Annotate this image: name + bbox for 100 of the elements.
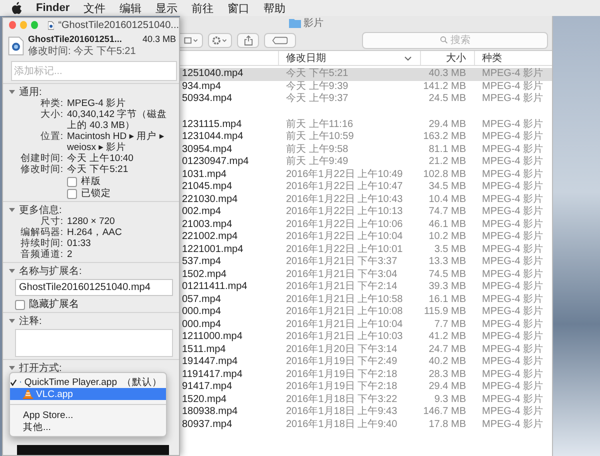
traffic-cone-icon bbox=[23, 389, 33, 399]
checkbox-label: 已锁定 bbox=[81, 188, 111, 199]
file-row[interactable]: 537.mp4 2016年1月21日 下午3:37 13.3 MB MPEG-4 影片 bbox=[180, 256, 552, 268]
file-size: 40.3 MB bbox=[142, 34, 176, 44]
field-value: 今天 上午10:40 bbox=[67, 153, 134, 164]
file-row[interactable]: 01230947.mp4 前天 上午9:49 21.2 MB MPEG-4 影片 bbox=[180, 156, 552, 168]
menu-item[interactable]: 帮助 bbox=[264, 0, 286, 16]
window-title: 影片 bbox=[304, 16, 324, 30]
file-row[interactable]: 1502.mp4 2016年1月21日 下午3:04 74.5 MB MPEG-4 影片 bbox=[180, 268, 552, 281]
file-row[interactable]: 01211411.mp4 2016年1月21日 下午2:14 39.3 MB MPEG-4 影片 bbox=[180, 281, 552, 294]
section-title: 名称与扩展名: bbox=[19, 264, 82, 278]
menu-item[interactable]: App Store... bbox=[10, 409, 166, 421]
file-row[interactable]: 934.mp4 今天 上午9:39 141.2 MB MPEG-4 影片 bbox=[180, 80, 552, 93]
file-row[interactable]: 50934.mp4 今天 上午9:37 24.5 MB MPEG-4 影片 bbox=[180, 93, 552, 106]
field-value: 40,340,142 字节（磁盘上的 40.3 MB） bbox=[67, 109, 168, 131]
sort-caret-icon bbox=[404, 56, 412, 60]
file-row[interactable]: 057.mp4 2016年1月21日 上午10:58 16.1 MB MPEG-4 影片 bbox=[180, 294, 552, 306]
field-label: 位置: bbox=[39, 131, 63, 144]
disclosure-triangle-icon[interactable] bbox=[9, 268, 15, 274]
menu-item[interactable]: 文件 bbox=[84, 0, 106, 16]
field-value: 今天 下午5:21 bbox=[67, 164, 130, 175]
field-label: 修改时间: bbox=[19, 164, 63, 175]
tag-icon bbox=[272, 36, 288, 44]
field-label: 大小: bbox=[39, 109, 63, 122]
field-label: 音频通道: bbox=[19, 249, 63, 260]
file-row[interactable]: 1231115.mp4 前天 上午11:16 29.4 MB MPEG-4 影片 bbox=[180, 118, 552, 131]
menu-item[interactable]: 前往 bbox=[192, 0, 214, 16]
file-row[interactable]: 1231044.mp4 前天 上午10:59 163.2 MB MPEG-4 影片 bbox=[180, 131, 552, 144]
share-icon bbox=[244, 34, 252, 46]
field-value: 1280 × 720 bbox=[67, 216, 116, 227]
checkbox[interactable] bbox=[15, 300, 25, 310]
file-row[interactable]: 191447.mp4 2016年1月19日 下午2:49 40.2 MB MPEG-4 影片 bbox=[180, 356, 552, 368]
file-row[interactable]: 1221001.mp4 2016年1月22日 上午10:01 3.5 MB MPEG-4 影片 bbox=[180, 244, 552, 256]
checkbox[interactable] bbox=[67, 188, 77, 198]
file-row[interactable]: 221030.mp4 2016年1月22日 上午10:43 10.4 MB MPEG-4 影片 bbox=[180, 194, 552, 206]
column-header[interactable]: 修改日期 bbox=[278, 51, 420, 65]
disclosure-triangle-icon[interactable] bbox=[9, 206, 15, 212]
file-row[interactable]: 002.mp4 2016年1月22日 上午10:13 74.7 MB MPEG-4 影片 bbox=[180, 206, 552, 218]
field-value: 01:33 bbox=[67, 238, 92, 249]
disclosure-triangle-icon[interactable] bbox=[9, 88, 15, 94]
file-icon bbox=[48, 20, 54, 30]
file-row[interactable]: 30954.mp4 前天 上午9:58 81.1 MB MPEG-4 影片 bbox=[180, 144, 552, 156]
file-row[interactable]: 21045.mp4 2016年1月22日 上午10:47 34.5 MB MPEG-4 影片 bbox=[180, 181, 552, 194]
name-field[interactable]: GhostTile201601251040.mp4 bbox=[15, 279, 173, 296]
view-button[interactable] bbox=[180, 32, 203, 48]
field-value: Macintosh HD ▸ 用户 ▸ weiosx ▸ 影片 bbox=[67, 131, 166, 153]
disclosure-triangle-icon[interactable] bbox=[9, 318, 15, 324]
share-button[interactable] bbox=[237, 32, 259, 48]
tag-button[interactable] bbox=[264, 32, 296, 48]
menu-item[interactable]: QuickTime Player.app （默认） bbox=[10, 376, 166, 388]
file-row[interactable]: 21003.mp4 2016年1月22日 上午10:06 46.1 MB MPEG-4 影片 bbox=[180, 218, 552, 231]
file-row[interactable]: 1031.mp4 2016年1月22日 上午10:49 102.8 MB MPEG-4 影片 bbox=[180, 168, 552, 181]
column-header[interactable]: 大小 bbox=[420, 51, 474, 65]
window-title: “GhostTile201601251040... bbox=[58, 20, 180, 30]
column-header[interactable]: 种类 bbox=[474, 51, 552, 65]
menu-item[interactable]: 窗口 bbox=[228, 0, 250, 16]
file-row[interactable]: 1511.mp4 2016年1月20日 下午3:14 24.7 MB MPEG-4 影片 bbox=[180, 344, 552, 356]
field-value: MPEG-4 影片 bbox=[67, 98, 128, 109]
checkbox[interactable] bbox=[67, 176, 77, 186]
menu-item[interactable]: 其他... bbox=[10, 421, 166, 433]
movie-file-icon bbox=[8, 35, 24, 57]
file-row[interactable]: 221002.mp4 2016年1月22日 上午10:04 10.2 MB MPEG-4 影片 bbox=[180, 231, 552, 244]
field-label: 持续时间: bbox=[19, 238, 63, 249]
menu-item[interactable]: 编辑 bbox=[120, 0, 142, 16]
file-row[interactable]: 000.mp4 2016年1月21日 上午10:04 7.7 MB MPEG-4 影片 bbox=[180, 318, 552, 331]
field-value: H.264，AAC bbox=[67, 227, 123, 238]
apple-logo-icon[interactable] bbox=[12, 2, 22, 14]
folder-icon bbox=[288, 18, 300, 28]
action-button[interactable] bbox=[208, 32, 232, 48]
checkmark-icon bbox=[10, 378, 17, 386]
comments-field[interactable] bbox=[15, 329, 173, 357]
gear-icon bbox=[212, 36, 228, 44]
section-title: 通用: bbox=[19, 86, 42, 98]
menu-item[interactable]: VLC.app bbox=[10, 388, 166, 400]
section-title: 注释: bbox=[19, 314, 42, 328]
file-row[interactable]: 000.mp4 2016年1月21日 上午10:08 115.9 MB MPEG-4 影片 bbox=[180, 306, 552, 318]
file-name: GhostTile201601251... bbox=[28, 34, 122, 44]
section-title: 更多信息: bbox=[19, 204, 62, 216]
field-label: 尺寸: bbox=[39, 216, 63, 227]
selected-file-row[interactable]: 1251040.mp4 今天 下午5:21 40.3 MB MPEG-4 影片 bbox=[180, 68, 552, 80]
file-row[interactable]: 91417.mp4 2016年1月19日 下午2:18 29.4 MB MPEG-4 影片 bbox=[180, 381, 552, 394]
disclosure-triangle-icon[interactable] bbox=[9, 364, 15, 370]
menu-app-name[interactable]: Finder bbox=[36, 2, 70, 14]
section-title: 打开方式: bbox=[19, 362, 62, 374]
field-label: 种类: bbox=[39, 98, 63, 109]
file-row[interactable]: 80937.mp4 2016年1月18日 上午9:40 17.8 MB MPEG-4 影片 bbox=[180, 418, 552, 431]
view-options-icon bbox=[183, 36, 199, 44]
file-row[interactable]: 1520.mp4 2016年1月18日 下午3:22 9.3 MB MPEG-4 影片 bbox=[180, 394, 552, 406]
file-row[interactable]: 1211000.mp4 2016年1月21日 上午10:03 41.2 MB MPEG-4 影片 bbox=[180, 331, 552, 344]
field-label: 创建时间: bbox=[19, 153, 63, 164]
menu-item[interactable]: 显示 bbox=[156, 0, 178, 16]
close-button[interactable] bbox=[9, 21, 16, 29]
field-label: 编解码器: bbox=[19, 227, 63, 238]
checkbox-label: 隐藏扩展名 bbox=[29, 299, 79, 310]
file-row[interactable]: 1191417.mp4 2016年1月19日 下午2:18 28.3 MB MPEG-4 影片 bbox=[180, 368, 552, 381]
search-icon bbox=[440, 36, 448, 44]
modified-date: 修改时间: 今天 下午5:21 bbox=[28, 46, 136, 57]
checkbox-label: 样版 bbox=[81, 176, 101, 187]
file-row[interactable]: 180938.mp4 2016年1月18日 上午9:43 146.7 MB MPEG-4 影片 bbox=[180, 406, 552, 418]
field-value: 2 bbox=[67, 249, 74, 260]
